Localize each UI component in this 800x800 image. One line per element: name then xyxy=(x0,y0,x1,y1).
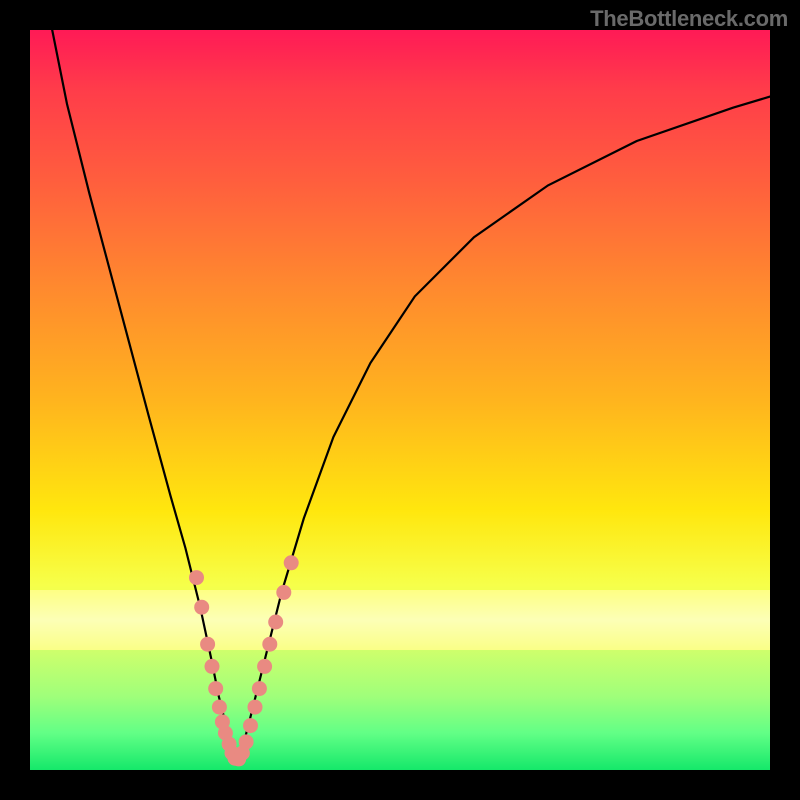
data-point xyxy=(200,637,215,652)
data-point xyxy=(248,700,263,715)
data-point xyxy=(276,585,291,600)
plot-area xyxy=(30,30,770,770)
data-point xyxy=(262,637,277,652)
data-point xyxy=(205,659,220,674)
data-point xyxy=(189,570,204,585)
data-point xyxy=(284,555,299,570)
data-point xyxy=(268,615,283,630)
data-point xyxy=(239,734,254,749)
watermark-text: TheBottleneck.com xyxy=(590,6,788,32)
bottleneck-curve xyxy=(52,30,770,759)
data-point xyxy=(194,600,209,615)
data-point xyxy=(212,700,227,715)
data-point xyxy=(208,681,223,696)
chart-frame: TheBottleneck.com xyxy=(0,0,800,800)
scatter-group xyxy=(189,555,299,766)
data-point xyxy=(257,659,272,674)
curve-svg xyxy=(30,30,770,770)
data-point xyxy=(243,718,258,733)
data-point xyxy=(252,681,267,696)
